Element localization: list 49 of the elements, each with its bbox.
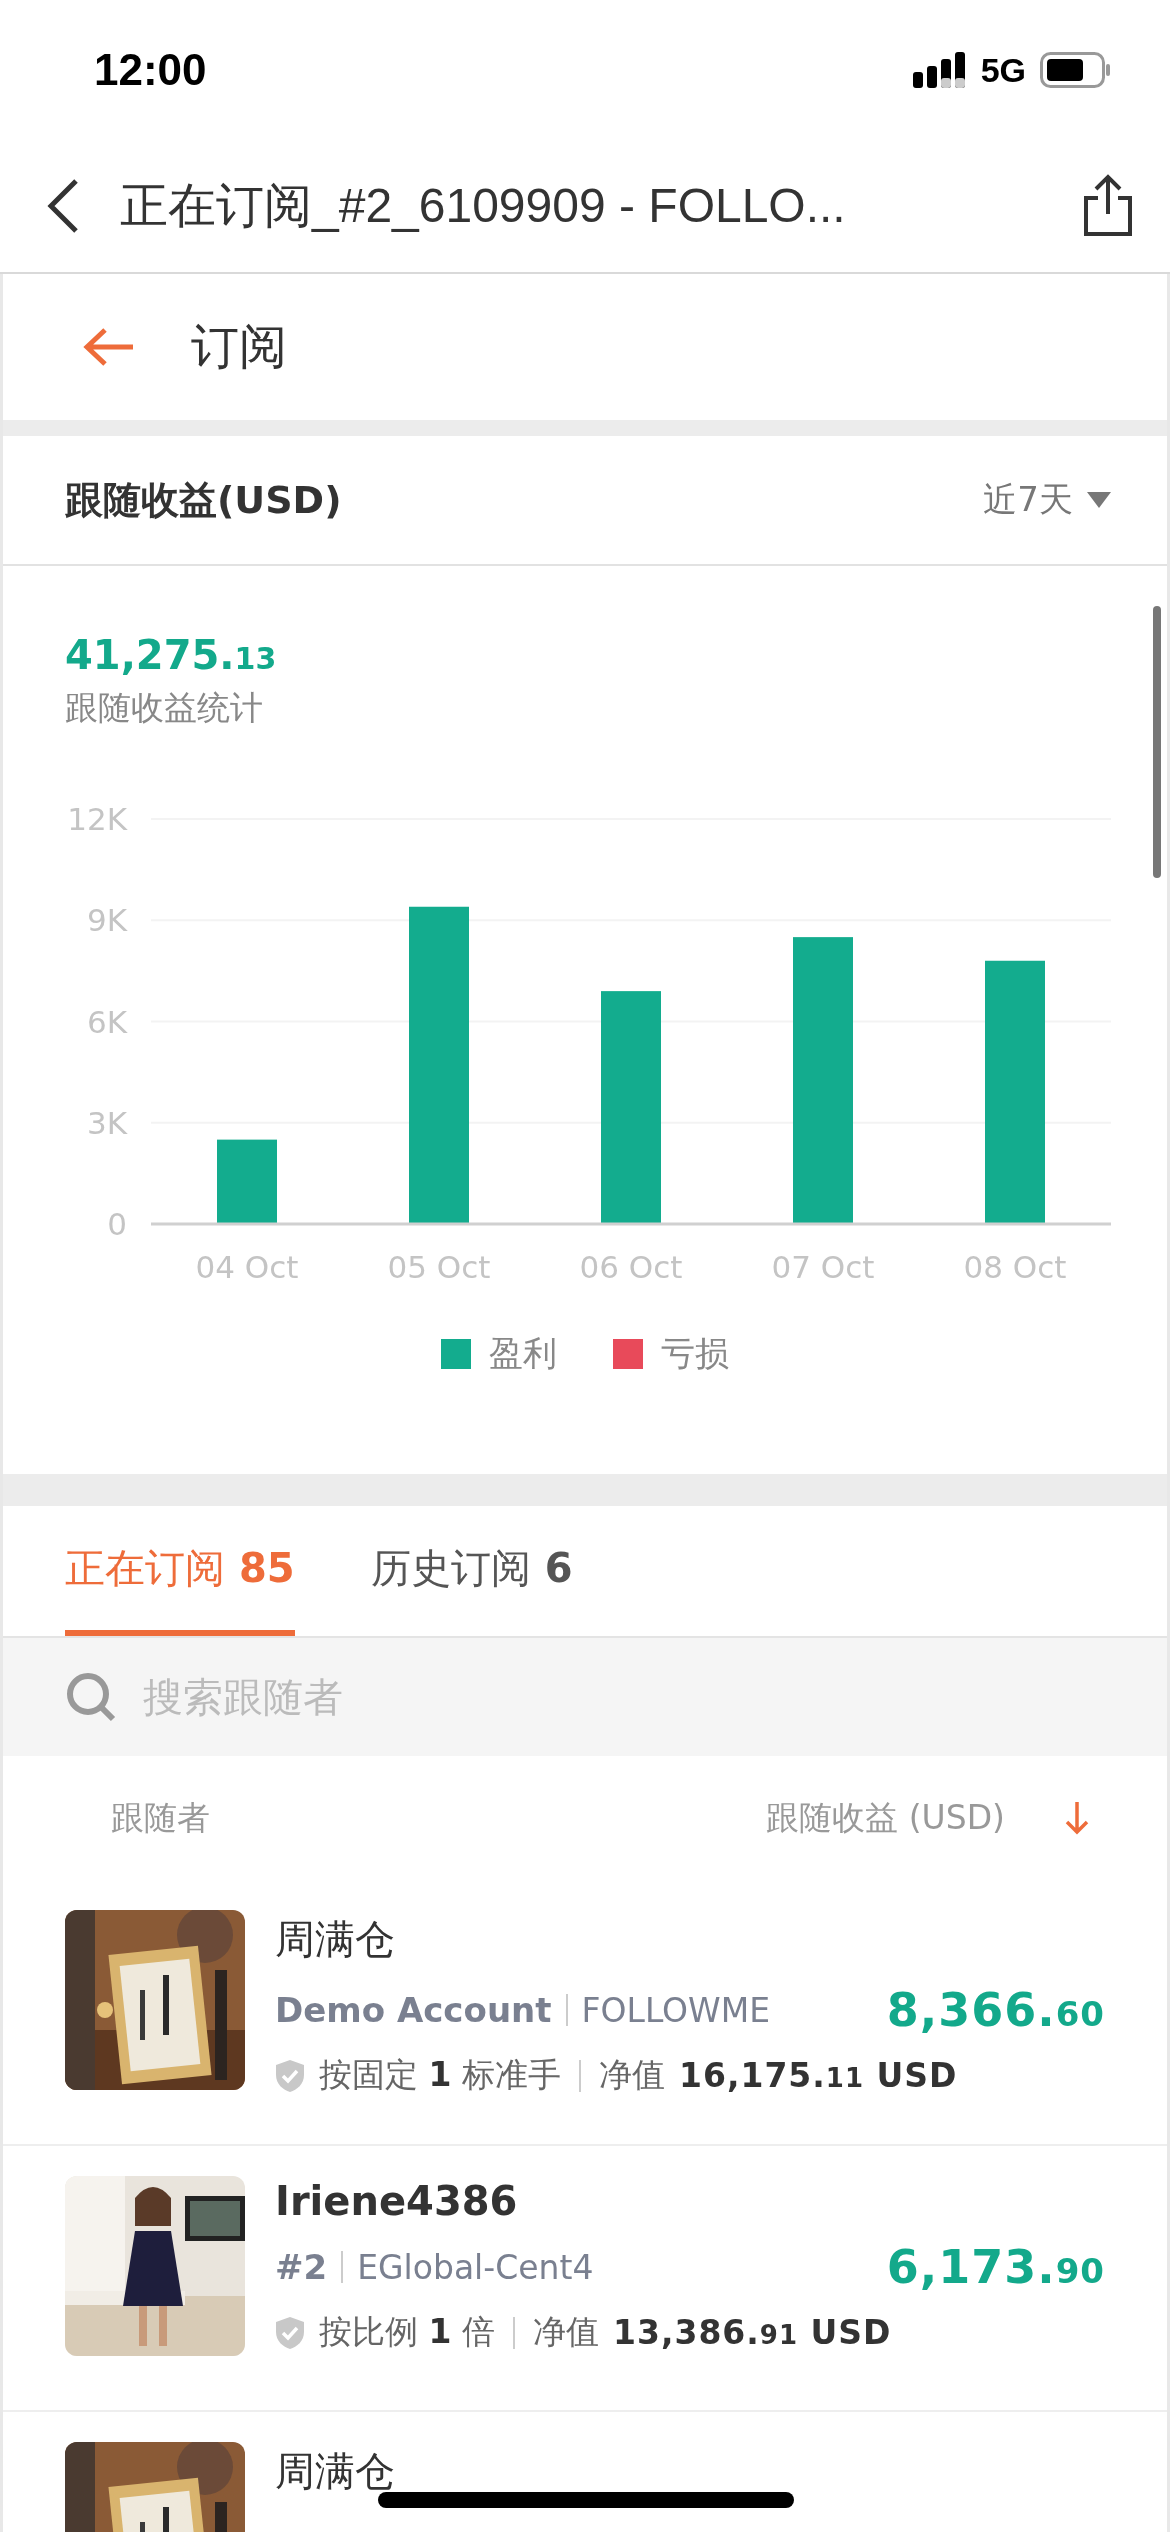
network-label: 5G (980, 50, 1026, 90)
shield-check-icon (275, 2058, 305, 2093)
equity-label: 净值 (598, 2054, 665, 2096)
follower-name: 周满仓 (275, 1915, 396, 1964)
axis-label: 08 Oct (963, 1249, 1067, 1285)
server-name: EGlobal-Cent4 (357, 2247, 595, 2287)
axis-label: 6K (86, 1003, 127, 1040)
legend-label: 亏损 (661, 1332, 729, 1375)
follower-name: Iriene4386 (275, 2178, 519, 2224)
back-arrow-icon[interactable] (83, 327, 135, 367)
column-header[interactable]: 跟随收益 (USD) (766, 1795, 1005, 1841)
equity-value: 16,175.11 USD (678, 2056, 958, 2095)
axis-label: 0 (107, 1206, 127, 1242)
follower-name: 周满仓 (275, 2447, 396, 2496)
server-name: FOLLOWME (581, 1990, 772, 2030)
search-field[interactable]: 搜索跟随者 (3, 1638, 1167, 1756)
axis-label: 05 Oct (387, 1249, 491, 1285)
earnings-title: 跟随收益(USD) (65, 476, 342, 524)
signal-icon (912, 52, 967, 88)
column-header: 跟随者 (111, 1796, 210, 1839)
page-title: 正在订阅_#2_6109909 - FOLLO... (120, 178, 847, 234)
battery-icon (1040, 52, 1112, 88)
axis-label: 06 Oct (579, 1249, 683, 1285)
equity-label: 净值 (532, 2311, 599, 2353)
section-title: 订阅 (191, 317, 287, 376)
share-icon[interactable] (1082, 174, 1134, 238)
copy-mode: 按比例 1 倍 (319, 2311, 495, 2353)
copy-mode: 按固定 1 标准手 (319, 2054, 561, 2096)
total-earnings: 41,275.13 (64, 632, 278, 678)
axis-label: 12K (67, 801, 127, 837)
period-dropdown[interactable]: 近7天 (983, 477, 1111, 523)
total-label: 跟随收益统计 (64, 687, 264, 729)
earnings-amount: 8,366.60 (886, 1983, 1105, 2037)
legend-label: 盈利 (489, 1332, 557, 1375)
axis-label: 07 Oct (771, 1249, 875, 1285)
account-label: #2 (275, 2247, 328, 2287)
caret-icon (1087, 492, 1111, 508)
clock-time: 12:00 (94, 45, 207, 95)
search-icon (65, 1671, 117, 1723)
sort-arrow-icon[interactable] (1065, 1801, 1089, 1835)
back-icon[interactable] (46, 178, 80, 234)
axis-label: 04 Oct (195, 1249, 299, 1285)
tab[interactable]: 历史订阅 6 (370, 1506, 573, 1636)
earnings-amount: 6,173.90 (886, 2240, 1105, 2294)
axis-label: 3K (86, 1104, 127, 1141)
shield-check-icon (275, 2315, 305, 2350)
account-label: Demo Account (275, 1990, 552, 2030)
equity-value: 13,386.91 USD (612, 2313, 892, 2352)
axis-label: 9K (86, 902, 127, 939)
